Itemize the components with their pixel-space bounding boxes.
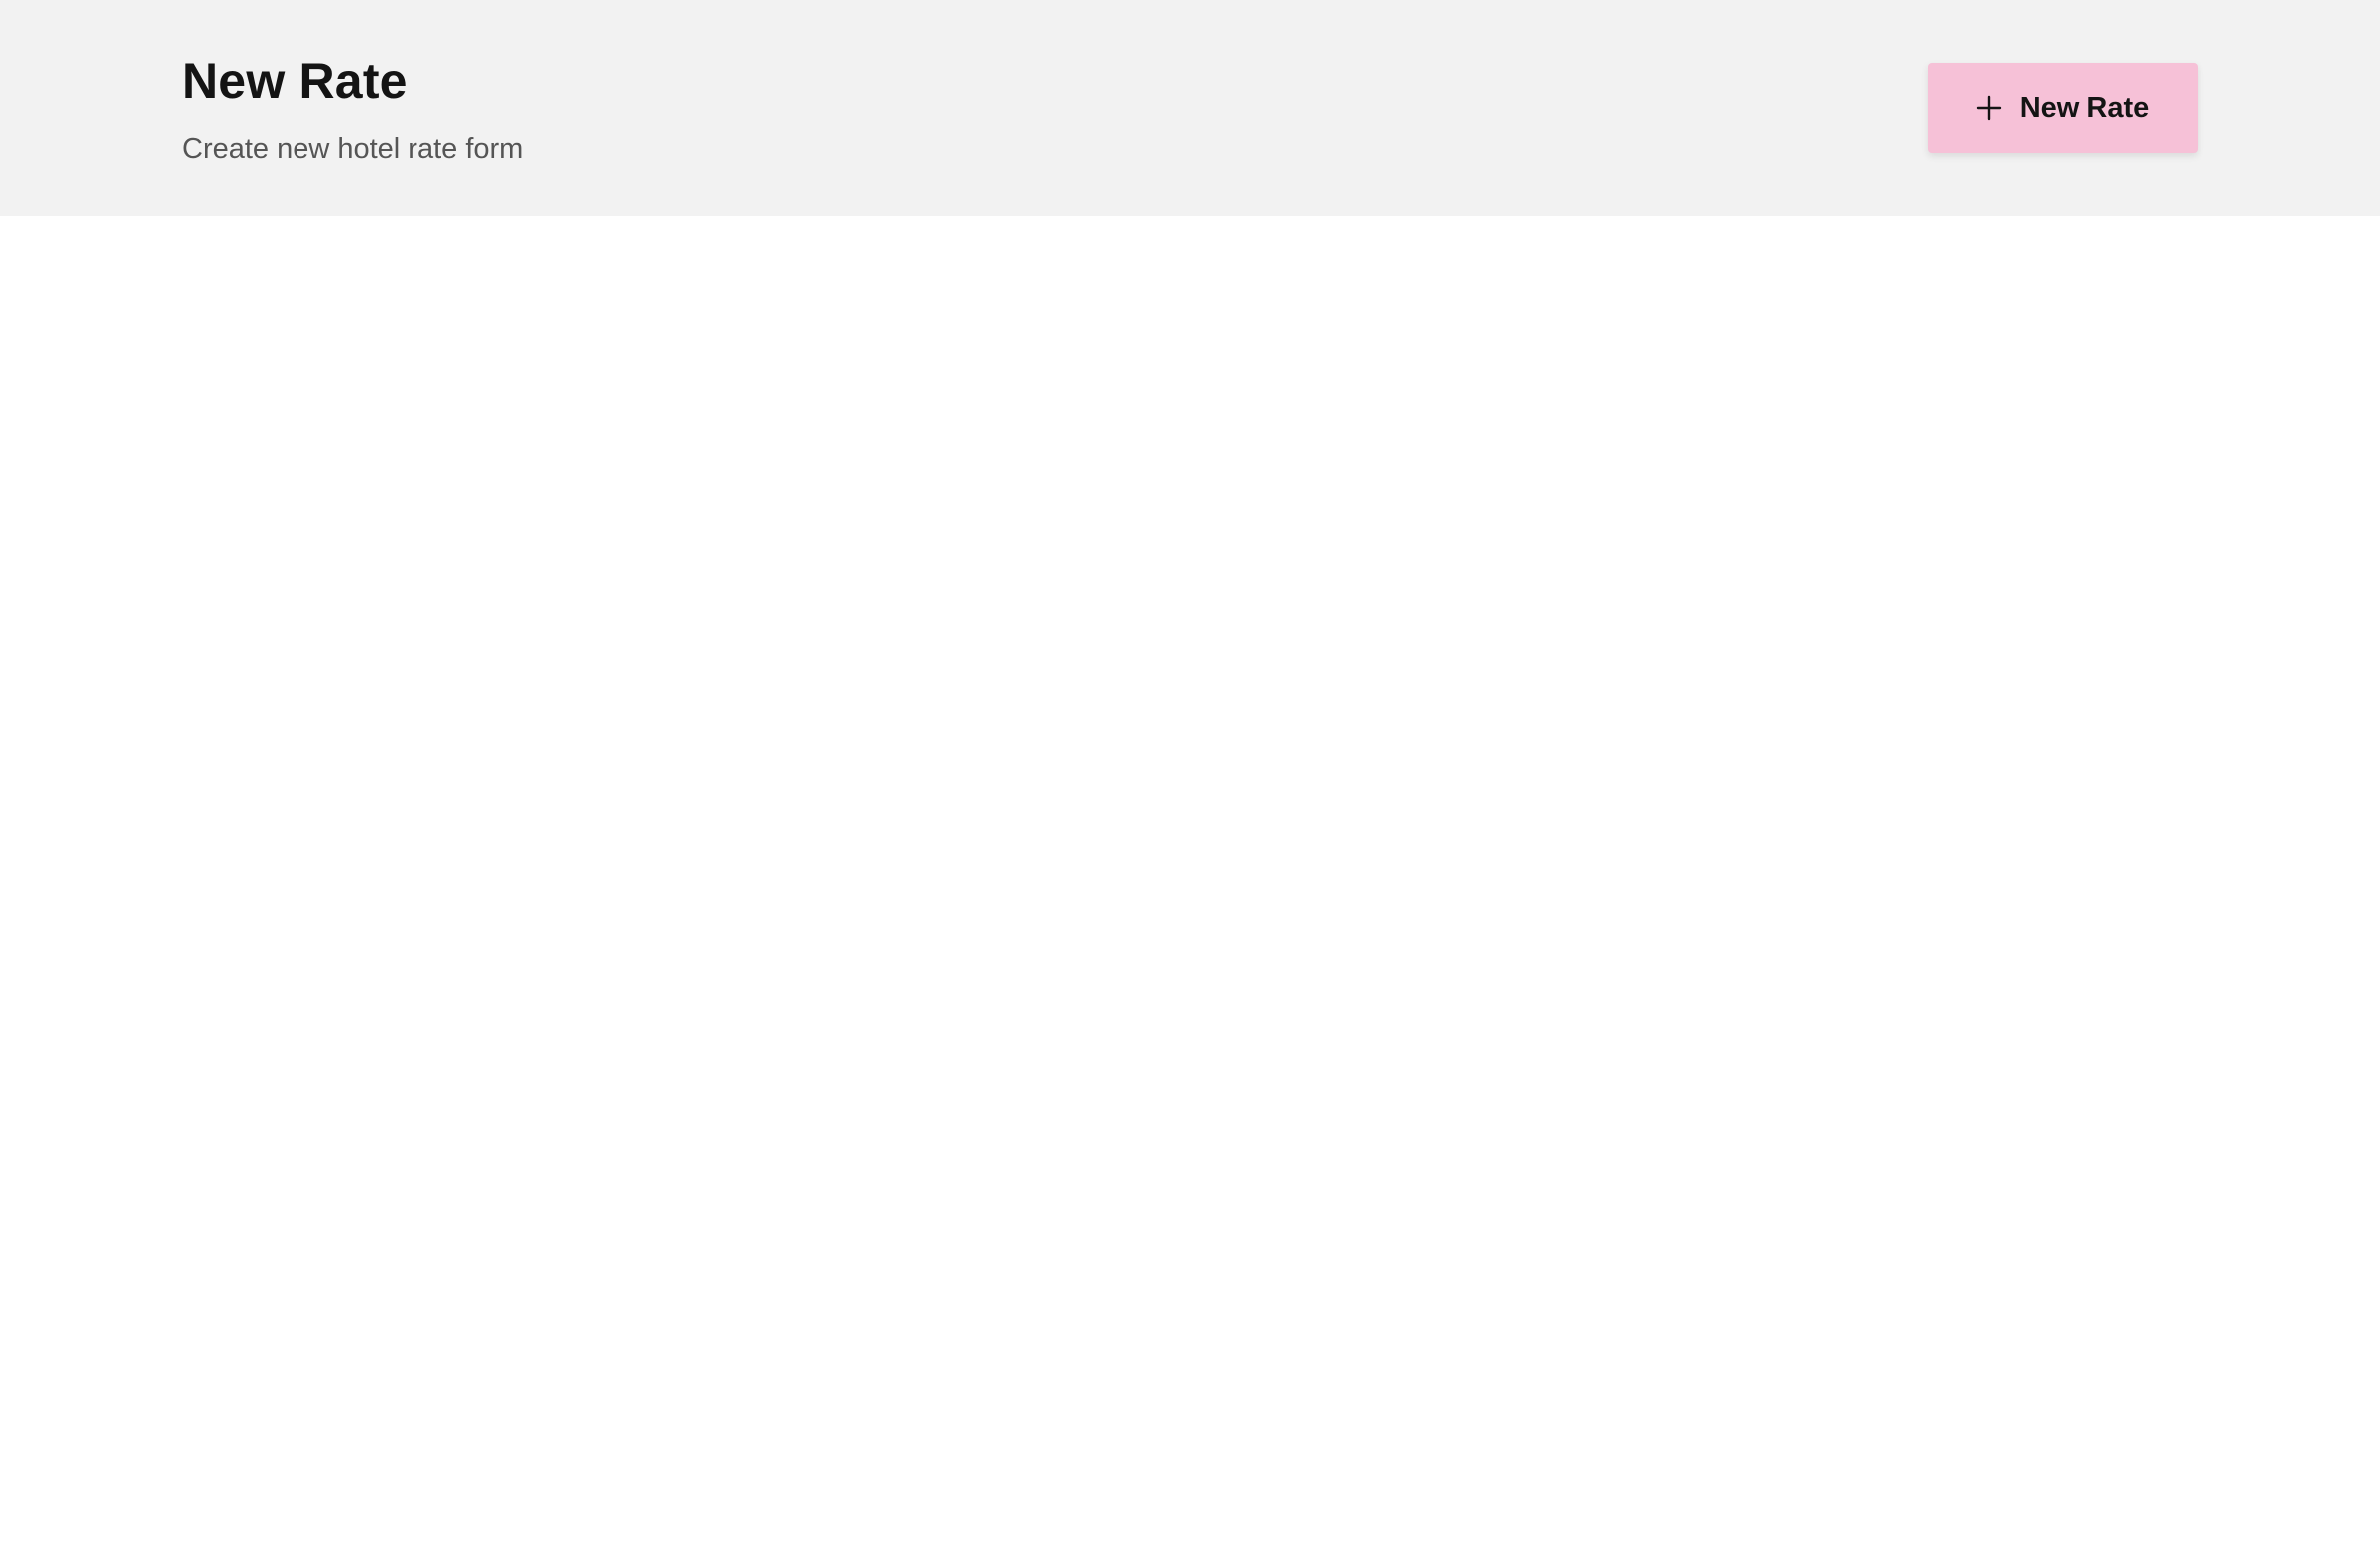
plus-icon <box>1976 95 2001 121</box>
page-title: New Rate <box>182 54 408 109</box>
new-rate-button[interactable]: New Rate <box>1928 63 2198 153</box>
page-header: New Rate Create new hotel rate form New … <box>0 0 2380 216</box>
page: New Rate Create new hotel rate form New … <box>0 0 2380 1563</box>
page-subtitle: Create new hotel rate form <box>182 133 524 165</box>
main-content <box>0 216 2380 1563</box>
new-rate-button-label: New Rate <box>2019 91 2150 124</box>
